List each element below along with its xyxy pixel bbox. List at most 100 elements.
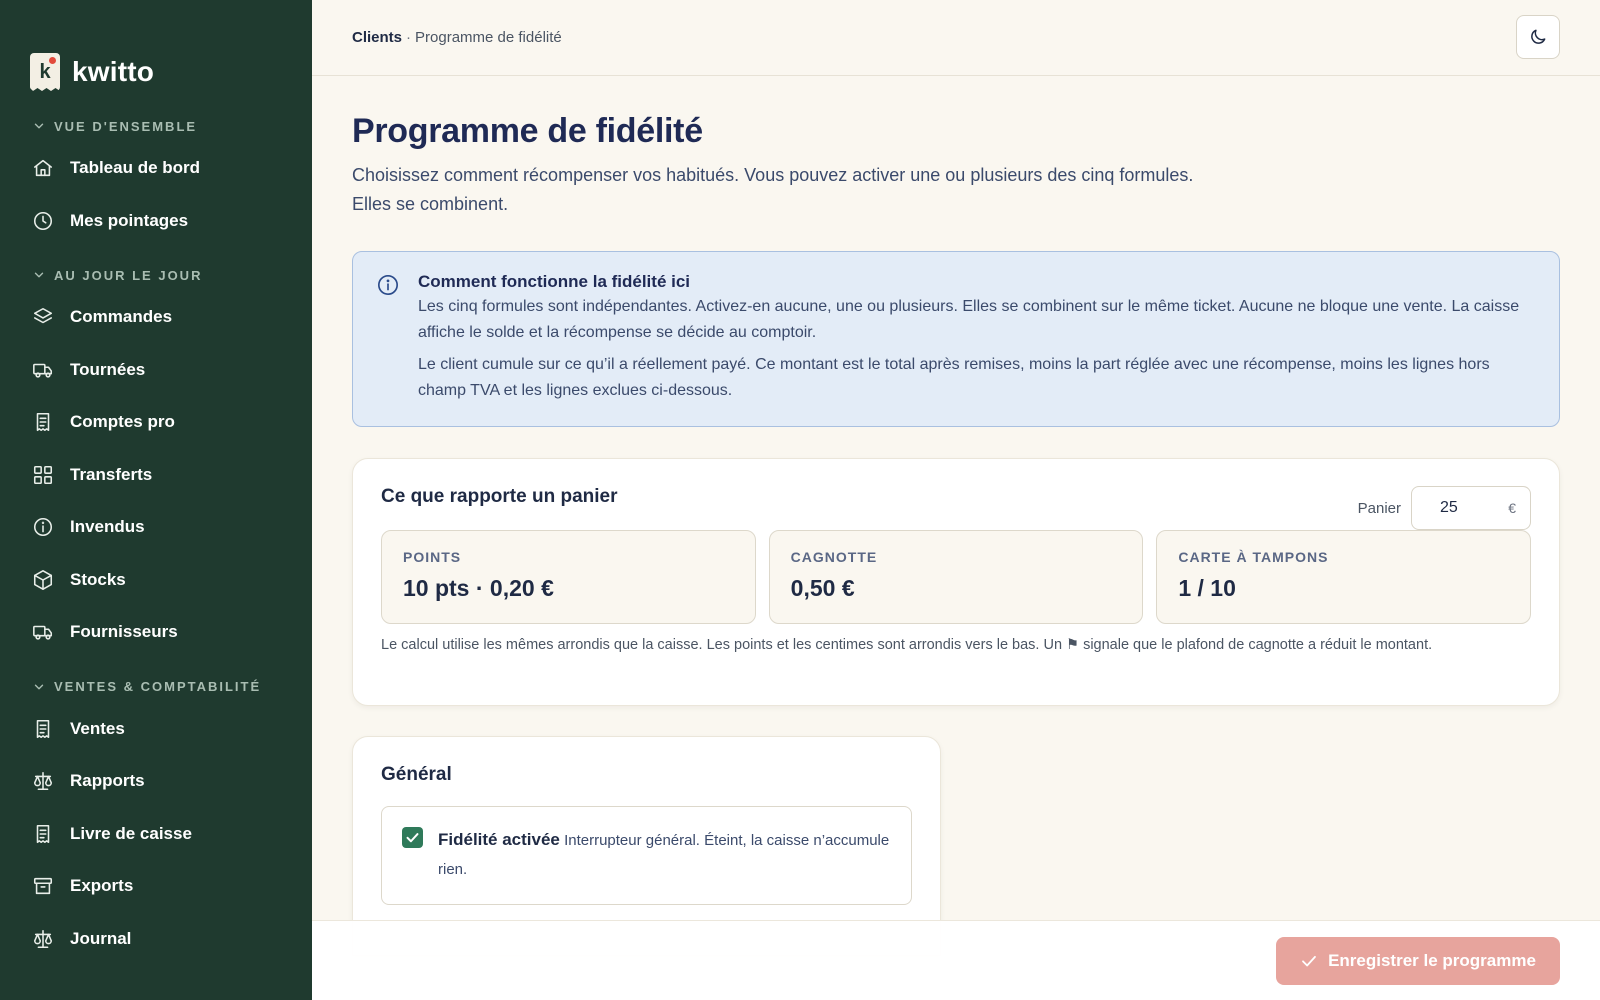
theme-toggle-button[interactable] xyxy=(1516,15,1560,59)
loyalty-enabled-text: Fidélité activée Interrupteur général. É… xyxy=(438,825,891,884)
sidebar-item-label: Comptes pro xyxy=(70,412,175,432)
nav-section-header[interactable]: VENTES & COMPTABILITÉ xyxy=(0,671,312,703)
sidebar-item-label: Exports xyxy=(70,876,134,896)
sidebar-item-label: Tableau de bord xyxy=(70,158,201,178)
page-subtitle: Choisissez comment récompenser vos habit… xyxy=(352,165,1194,214)
box-icon xyxy=(33,569,53,590)
basket-input-label: Panier xyxy=(1357,499,1401,517)
sidebar-item-label: Invendus xyxy=(70,517,145,537)
stat-value: 10 pts · 0,20 € xyxy=(403,575,554,601)
sidebar-item-label: Transferts xyxy=(70,464,153,484)
calculation-note: Le calcul utilise les mêmes arrondis que… xyxy=(381,637,1433,653)
nav-section-title: AU JOUR LE JOUR xyxy=(54,267,203,283)
sidebar-item[interactable]: Invendus xyxy=(0,501,312,554)
nav-section-header[interactable]: VUE D'ENSEMBLE xyxy=(0,110,312,142)
sidebar-item-label: Journal xyxy=(70,928,132,948)
archive-icon xyxy=(33,878,53,895)
sidebar-item-label: Tournées xyxy=(70,359,146,379)
check-icon xyxy=(406,833,419,843)
sidebar-nav: VUE D'ENSEMBLE Tableau de bord Mes pointag… xyxy=(0,110,312,965)
nav-section: VENTES & COMPTABILITÉ Ventes Rapports Livre… xyxy=(0,671,312,966)
nav-section: AU JOUR LE JOUR Commandes Tournées Comptes … xyxy=(0,259,312,659)
nav-section: VUE D'ENSEMBLE Tableau de bord Mes pointag… xyxy=(0,110,312,247)
info-callout: Comment fonctionne la fidélité ici Les c… xyxy=(352,251,1560,427)
page-content: Programme de fidélité Choisissez comment… xyxy=(312,76,1600,956)
stat-label: CAGNOTTE xyxy=(790,549,878,565)
receipt-icon xyxy=(36,824,50,843)
sidebar-item[interactable]: Comptes pro xyxy=(0,396,312,449)
sidebar-item[interactable]: Tournées xyxy=(0,344,312,397)
sidebar-item[interactable]: Rapports xyxy=(0,755,312,808)
chevron-down-icon xyxy=(34,272,44,278)
clock-icon xyxy=(33,211,53,230)
sidebar-item-label: Stocks xyxy=(70,569,126,589)
sidebar-item[interactable]: Livre de caisse xyxy=(0,808,312,861)
basket-amount-input[interactable]: 25 € xyxy=(1411,486,1531,530)
save-program-label: Enregistrer le programme xyxy=(1328,951,1536,970)
save-program-button[interactable]: Enregistrer le programme xyxy=(1276,937,1560,985)
breadcrumb-current: Programme de fidélité xyxy=(415,29,562,46)
sidebar-item[interactable]: Ventes xyxy=(0,703,312,756)
truck-icon xyxy=(33,363,53,378)
general-card-title: Général xyxy=(381,764,452,785)
kwitto-logo-icon: k xyxy=(30,53,60,91)
basket-amount-value: 25 xyxy=(1440,499,1458,516)
info-icon xyxy=(378,275,398,295)
reward-stats: POINTS 10 pts · 0,20 € CAGNOTTE 0,50 € C… xyxy=(381,530,1532,624)
sidebar-item-label: Fournisseurs xyxy=(70,622,178,642)
page-title: Programme de fidélité xyxy=(352,112,703,150)
sidebar-item-label: Ventes xyxy=(70,718,125,738)
currency-unit: € xyxy=(1508,500,1516,516)
info-paragraph-1: Les cinq formules sont indépendantes. Ac… xyxy=(418,298,1520,341)
main-content: Clients · Programme de fidélité Programm… xyxy=(312,0,1600,1000)
nav-section-title: VENTES & COMPTABILITÉ xyxy=(54,679,262,694)
receipt-icon xyxy=(36,719,50,738)
brand[interactable]: k kwitto xyxy=(0,0,312,110)
sidebar-item[interactable]: Mes pointages xyxy=(0,195,312,248)
breadcrumb-separator: · xyxy=(406,29,412,46)
stat-value: 0,50 € xyxy=(790,575,855,601)
sidebar-item[interactable]: Exports xyxy=(0,860,312,913)
scale-icon xyxy=(33,772,53,791)
moon-icon xyxy=(1531,29,1546,44)
nav-section-title: VUE D'ENSEMBLE xyxy=(54,118,198,134)
home-icon xyxy=(33,160,53,177)
brand-name: kwitto xyxy=(72,56,155,87)
info-paragraph-2: Le client cumule sur ce qu’il a réelleme… xyxy=(418,356,1490,399)
sidebar-item[interactable]: Tableau de bord xyxy=(0,142,312,195)
stat-value: 1 / 10 xyxy=(1178,575,1236,601)
loyalty-enabled-checkbox[interactable] xyxy=(402,827,423,848)
loyalty-enabled-option[interactable]: Fidélité activée Interrupteur général. É… xyxy=(381,806,912,905)
sidebar-item[interactable]: Commandes xyxy=(0,291,312,344)
footer-action-bar: Enregistrer le programme xyxy=(312,920,1600,1000)
basket-simulator-card: Ce que rapporte un panier Panier 25 € PO… xyxy=(352,458,1560,706)
sidebar-item[interactable]: Fournisseurs xyxy=(0,606,312,659)
sidebar-item-label: Livre de caisse xyxy=(70,823,192,843)
receipt-icon xyxy=(36,413,50,432)
stat-points: POINTS 10 pts · 0,20 € xyxy=(381,530,756,624)
sidebar-item[interactable]: Journal xyxy=(0,913,312,966)
breadcrumb-parent[interactable]: Clients xyxy=(352,29,402,46)
scale-icon xyxy=(33,929,53,948)
info-title: Comment fonctionne la fidélité ici xyxy=(418,272,691,291)
stat-label: POINTS xyxy=(403,549,462,565)
sidebar-item[interactable]: Transferts xyxy=(0,449,312,502)
loyalty-enabled-label: Fidélité activée xyxy=(438,830,560,849)
sidebar: k kwitto VUE D'ENSEMBLE Tableau de bord Me… xyxy=(0,0,312,1000)
basket-amount-field: Panier 25 € xyxy=(1358,486,1531,530)
check-icon xyxy=(1302,955,1316,967)
stat-label: CARTE À TAMPONS xyxy=(1178,549,1329,565)
info-icon xyxy=(33,518,53,537)
truck-icon xyxy=(33,625,53,640)
grid-icon xyxy=(33,465,53,484)
sidebar-item-label: Commandes xyxy=(70,307,173,327)
nav-section-header[interactable]: AU JOUR LE JOUR xyxy=(0,259,312,291)
sidebar-item[interactable]: Stocks xyxy=(0,554,312,607)
stat-cagnotte: CAGNOTTE 0,50 € xyxy=(768,530,1144,624)
chevron-down-icon xyxy=(34,123,44,129)
layers-icon xyxy=(33,308,53,324)
stat-stamp-card: CARTE À TAMPONS 1 / 10 xyxy=(1156,530,1532,624)
sidebar-item-label: Rapports xyxy=(70,771,145,791)
topbar: Clients · Programme de fidélité xyxy=(312,0,1600,76)
chevron-down-icon xyxy=(34,684,44,689)
